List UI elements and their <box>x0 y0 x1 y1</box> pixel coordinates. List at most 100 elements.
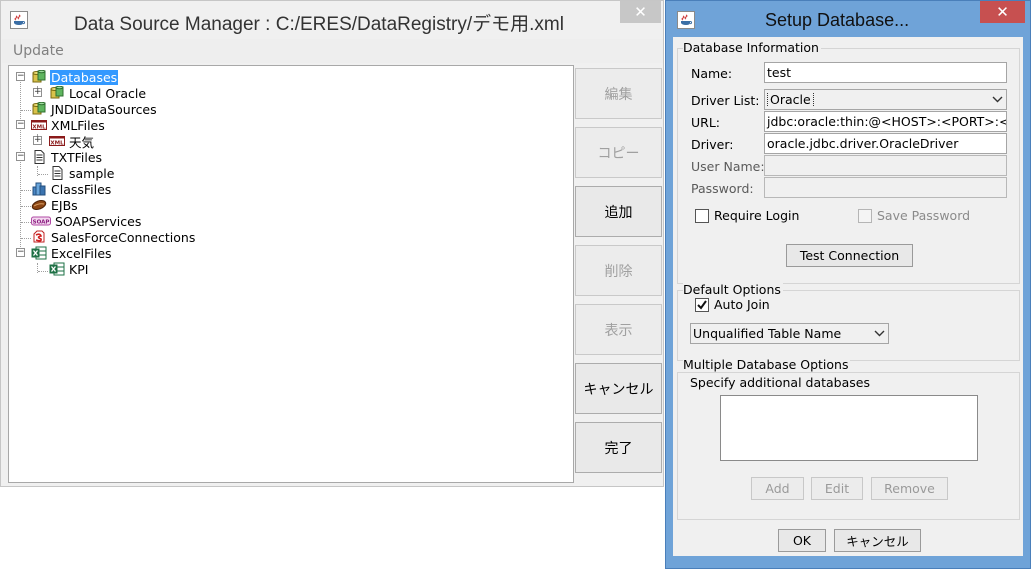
data-source-manager-window: Data Source Manager : C:/ERES/DataRegist… <box>0 0 664 487</box>
url-label: URL: <box>691 115 721 130</box>
dsm-window-title: Data Source Manager : C:/ERES/DataRegist… <box>74 14 564 35</box>
add-database-button[interactable]: Add <box>751 477 804 500</box>
tree-connector <box>21 206 31 207</box>
tree-label-jndi: JNDIDataSources <box>51 101 157 117</box>
require-login-label: Require Login <box>714 208 800 223</box>
tree-node-ejbs[interactable]: EJBs <box>31 197 79 213</box>
excel-file-icon <box>31 246 47 260</box>
expander-local-oracle[interactable]: + <box>33 88 42 97</box>
soap-icon: SOAP <box>31 214 51 228</box>
user-name-field[interactable] <box>764 155 1007 176</box>
save-password-checkbox[interactable]: Save Password <box>858 208 970 223</box>
driver-list-select[interactable]: Oracle <box>764 89 1007 110</box>
setup-titlebar[interactable]: Setup Database... ✕ <box>666 1 1030 37</box>
tree-connector <box>21 190 31 191</box>
tree-node-sample[interactable]: sample <box>49 165 115 181</box>
tree-label-databases: Databases <box>50 69 119 85</box>
tree-node-excelfiles[interactable]: ExcelFiles <box>31 245 113 261</box>
name-label: Name: <box>691 66 733 81</box>
expander-xmlfiles[interactable]: − <box>16 120 25 129</box>
tree-connector <box>20 78 21 255</box>
tree-node-local-oracle[interactable]: Local Oracle <box>49 85 147 101</box>
checkbox-unchecked-icon <box>695 208 709 223</box>
add-button[interactable]: 追加 <box>575 186 662 237</box>
delete-button[interactable]: 削除 <box>575 245 662 296</box>
setup-cancel-button[interactable]: キャンセル <box>834 529 921 552</box>
setup-database-dialog: Setup Database... ✕ Database Information… <box>665 0 1031 569</box>
done-button[interactable]: 完了 <box>575 422 662 473</box>
auto-join-checkbox[interactable]: Auto Join <box>695 297 770 312</box>
setup-close-button[interactable]: ✕ <box>980 1 1025 23</box>
tree-node-jndi[interactable]: JNDIDataSources <box>31 101 158 117</box>
multiple-database-options-legend: Multiple Database Options <box>683 357 851 372</box>
chevron-down-icon <box>988 96 1006 103</box>
driver-field[interactable]: oracle.jdbc.driver.OracleDriver <box>764 133 1007 154</box>
tree-node-txtfiles[interactable]: TXTFiles <box>31 149 103 165</box>
checkbox-unchecked-icon <box>858 208 872 223</box>
tree-label-xmlfiles: XMLFiles <box>51 117 105 133</box>
edit-database-button[interactable]: Edit <box>811 477 863 500</box>
database-information-legend: Database Information <box>683 40 821 55</box>
setup-window-title: Setup Database... <box>765 10 910 30</box>
tree-connector <box>21 222 31 223</box>
setup-dialog-body: Database Information Name: test Driver L… <box>673 37 1023 556</box>
require-login-checkbox[interactable]: Require Login <box>695 208 799 223</box>
user-name-label: User Name: <box>691 159 765 174</box>
tree-node-salesforce[interactable]: SalesForceConnections <box>31 229 196 245</box>
class-file-icon <box>31 182 47 196</box>
bean-icon <box>31 198 47 212</box>
save-password-label: Save Password <box>877 208 971 223</box>
tree-connector <box>21 110 31 111</box>
tree-node-databases[interactable]: Databases <box>31 69 119 85</box>
tree-label-classfiles: ClassFiles <box>51 181 112 197</box>
name-field[interactable]: test <box>764 62 1007 83</box>
ok-button[interactable]: OK <box>778 529 826 552</box>
table-name-mode-value: Unqualified Table Name <box>693 326 842 341</box>
tree-node-kpi[interactable]: KPI <box>49 261 89 277</box>
tree-label-local-oracle: Local Oracle <box>69 85 147 101</box>
remove-database-button[interactable]: Remove <box>871 477 948 500</box>
tree-label-excelfiles: ExcelFiles <box>51 245 112 261</box>
expander-tenki[interactable]: + <box>33 136 42 145</box>
checkmark-icon <box>695 297 709 312</box>
tree-node-classfiles[interactable]: ClassFiles <box>31 181 112 197</box>
test-connection-button[interactable]: Test Connection <box>786 244 913 267</box>
tree-node-soap[interactable]: SOAP SOAPServices <box>31 213 142 229</box>
database-icon <box>31 70 47 84</box>
tree-connector <box>21 238 31 239</box>
table-name-mode-select[interactable]: Unqualified Table Name <box>690 323 889 344</box>
java-app-icon <box>10 11 28 29</box>
svg-text:XML: XML <box>32 125 46 131</box>
driver-list-value: Oracle <box>765 92 988 107</box>
copy-button[interactable]: コピー <box>575 127 662 178</box>
additional-databases-list[interactable] <box>720 395 978 461</box>
dsm-close-button[interactable]: ✕ <box>620 1 661 23</box>
expander-excelfiles[interactable]: − <box>16 248 25 257</box>
excel-file-icon <box>49 262 65 276</box>
expander-txtfiles[interactable]: − <box>16 152 25 161</box>
xml-file-icon: XML <box>31 118 47 132</box>
data-source-tree[interactable]: − Databases + Local Oracle JNDIDataSourc… <box>8 65 574 483</box>
password-field[interactable] <box>764 177 1007 198</box>
tree-label-tenki: 天気 <box>69 134 95 150</box>
tree-label-txtfiles: TXTFiles <box>51 149 103 165</box>
database-icon <box>31 102 47 116</box>
tree-node-tenki[interactable]: XML 天気 <box>49 133 95 150</box>
tree-label-salesforce: SalesForceConnections <box>51 229 196 245</box>
menu-update[interactable]: Update <box>13 43 64 59</box>
driver-list-label: Driver List: <box>691 93 760 108</box>
text-file-icon <box>31 150 47 164</box>
expander-databases[interactable]: − <box>16 72 25 81</box>
xml-file-icon: XML <box>49 134 65 148</box>
dsm-titlebar[interactable]: Data Source Manager : C:/ERES/DataRegist… <box>1 1 663 39</box>
database-icon <box>49 86 65 100</box>
tree-label-sample: sample <box>69 165 115 181</box>
auto-join-label: Auto Join <box>714 297 770 312</box>
edit-button[interactable]: 編集 <box>575 68 662 119</box>
view-button[interactable]: 表示 <box>575 304 662 355</box>
url-field[interactable]: jdbc:oracle:thin:@<HOST>:<PORT>:<SID> <box>764 111 1007 132</box>
cancel-button[interactable]: キャンセル <box>575 363 662 414</box>
dsm-menubar: Update <box>2 39 663 63</box>
svg-text:XML: XML <box>50 141 64 147</box>
text-file-icon <box>49 166 65 180</box>
